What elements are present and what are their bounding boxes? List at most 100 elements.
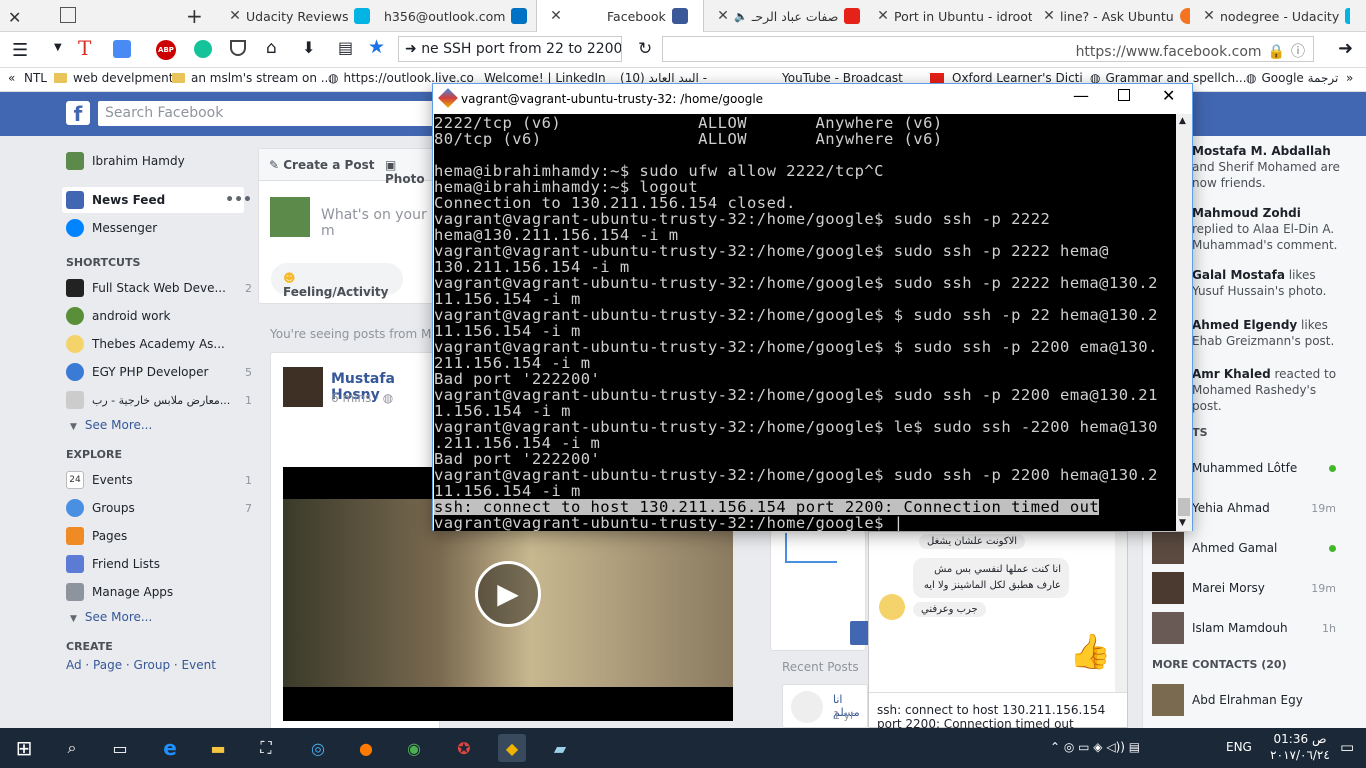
- scroll-up-icon[interactable]: ▲: [1179, 116, 1186, 126]
- tab-udacity-reviews[interactable]: ✕ Udacity Reviews: [216, 0, 376, 32]
- chat-scrollbar[interactable]: [1115, 532, 1127, 692]
- sidebar-item-friend-lists[interactable]: Friend Lists: [66, 553, 246, 575]
- shortcut-item[interactable]: android work: [66, 305, 246, 327]
- thumbs-up-icon[interactable]: 👍: [1069, 632, 1111, 672]
- clock[interactable]: 01:36 ص ٢٠١٧/٠٦/٢٤: [1270, 731, 1330, 763]
- tray-icons[interactable]: ⌃ ◎ ▭ ◈ ◁)) ▤: [1050, 740, 1140, 754]
- learn-more-button[interactable]: [850, 621, 870, 645]
- app-icon[interactable]: ✪: [450, 734, 478, 762]
- bookmark-stream[interactable]: an mslm's stream on ...: [172, 71, 332, 85]
- search-input[interactable]: ➜ ne SSH port from 22 to 2200: [398, 36, 622, 62]
- ticker-item[interactable]: Amr Khaled reacted to Mohamed Rashedy's …: [1192, 366, 1342, 414]
- translate-icon[interactable]: [113, 40, 131, 58]
- tab-outlook[interactable]: h356@outlook.com: [376, 0, 534, 32]
- bookmark-ntl[interactable]: NTL: [24, 71, 47, 85]
- file-explorer-icon[interactable]: ▬: [204, 734, 232, 762]
- edge-icon[interactable]: e: [156, 734, 184, 762]
- bookmark-webdev[interactable]: web develpment: [54, 71, 173, 85]
- gitbash-icon[interactable]: ◆: [498, 734, 526, 762]
- text-tool-icon[interactable]: T: [78, 36, 91, 60]
- language-indicator[interactable]: ENG: [1226, 740, 1252, 754]
- terminal-window[interactable]: vagrant@vagrant-ubuntu-trusty-32: /home/…: [432, 83, 1193, 531]
- terminal-prompt-line[interactable]: vagrant@vagrant-ubuntu-trusty-32:/home/g…: [434, 515, 1176, 531]
- app-icon[interactable]: ▰: [546, 734, 574, 762]
- pocket-icon[interactable]: [230, 40, 246, 56]
- ticker-item[interactable]: Ahmed Elgendy likes Ehab Greizmann's pos…: [1192, 317, 1342, 349]
- tab-close-icon[interactable]: ✕: [545, 8, 567, 24]
- tab-overview-icon[interactable]: [60, 7, 76, 23]
- feeling-button[interactable]: ☻ Feeling/Activity: [271, 263, 403, 299]
- facebook-search-input[interactable]: Search Facebook: [98, 101, 438, 126]
- chevron-down-icon[interactable]: ▼: [54, 42, 62, 53]
- new-tab-icon[interactable]: +: [186, 4, 203, 28]
- tab-askubuntu[interactable]: ✕ line? - Ask Ubuntu: [1030, 0, 1190, 32]
- sidebar-item-news-feed[interactable]: News Feed •••: [66, 189, 252, 211]
- ticker-item[interactable]: Galal Mostafa likes Yusuf Hussain's phot…: [1192, 267, 1342, 299]
- sidebar-item-events[interactable]: 24 Events 1: [66, 469, 252, 491]
- scroll-thumb[interactable]: [1178, 498, 1190, 516]
- tab-close-icon[interactable]: ✕: [224, 8, 246, 24]
- task-view-icon[interactable]: ▭: [106, 734, 134, 762]
- tab-youtube[interactable]: ✕ 🔈 صفات عباد الرحـ: [704, 0, 864, 32]
- grammarly-icon[interactable]: [194, 40, 212, 58]
- sidebar-item-manage-apps[interactable]: Manage Apps: [66, 581, 246, 603]
- tab-close-icon[interactable]: ✕: [1198, 8, 1220, 24]
- photo-tab[interactable]: ▣ Photo: [385, 158, 437, 186]
- download-icon[interactable]: ⬇: [302, 38, 315, 57]
- tab-facebook[interactable]: ✕ Facebook: [536, 0, 704, 32]
- tab-close-icon[interactable]: ✕: [872, 8, 894, 24]
- tab-idroot[interactable]: ✕ Port in Ubuntu - idroot: [864, 0, 1032, 32]
- app-icon[interactable]: ◎: [304, 734, 332, 762]
- notifications-icon[interactable]: ▭: [1340, 738, 1354, 756]
- chrome-icon[interactable]: ◉: [400, 734, 428, 762]
- star-icon[interactable]: ★: [368, 36, 385, 58]
- bookmarks-chevron-icon[interactable]: «: [8, 71, 15, 85]
- create-post-tab[interactable]: ✎ Create a Post: [269, 158, 374, 172]
- sidebar-item-pages[interactable]: Pages: [66, 525, 246, 547]
- reload-icon[interactable]: ↻: [638, 39, 652, 59]
- see-more-shortcuts[interactable]: ▼ See More...: [70, 418, 152, 432]
- firefox-icon[interactable]: ●: [352, 734, 380, 762]
- bookmark-translate[interactable]: ◍ Google ترجمة: [1246, 71, 1338, 85]
- contact-item[interactable]: Ahmed Gamal: [1152, 531, 1340, 565]
- profile-link[interactable]: Ibrahim Hamdy: [66, 150, 246, 172]
- shortcut-item[interactable]: Thebes Academy As...: [66, 333, 246, 355]
- create-links[interactable]: Ad · Page · Group · Event: [66, 658, 216, 672]
- ticker-item[interactable]: Mahmoud Zohdi replied to Alaa El-Din A. …: [1192, 205, 1342, 253]
- play-icon[interactable]: ▶: [475, 561, 541, 627]
- see-more-explore[interactable]: ▼ See More...: [70, 610, 152, 624]
- speaker-icon[interactable]: 🔈: [734, 10, 748, 23]
- search-icon[interactable]: ⌕: [58, 734, 86, 762]
- scroll-down-icon[interactable]: ▼: [1179, 518, 1186, 528]
- ticker-item[interactable]: Mostafa M. Abdallah and Sherif Mohamed a…: [1192, 143, 1342, 191]
- sidebar-item-groups[interactable]: Groups 7: [66, 497, 252, 519]
- maximize-icon[interactable]: [1118, 89, 1130, 101]
- terminal-titlebar[interactable]: vagrant@vagrant-ubuntu-trusty-32: /home/…: [433, 84, 1192, 113]
- terminal-output[interactable]: 2222/tcp (v6) ALLOW Anywhere (v6) 80/tcp …: [434, 114, 1176, 531]
- store-icon[interactable]: ⛶: [252, 734, 280, 762]
- contact-item[interactable]: Abd Elrahman Egy: [1152, 683, 1340, 717]
- shortcut-item[interactable]: Full Stack Web Deve... 2: [66, 277, 252, 299]
- adblock-icon[interactable]: ABP: [156, 40, 176, 60]
- close-icon[interactable]: ✕: [8, 8, 21, 27]
- whats-on-mind-input[interactable]: What's on your m: [321, 207, 437, 239]
- minimize-icon[interactable]: —: [1073, 86, 1089, 105]
- chat-input[interactable]: ssh: connect to host 130.211.156.154 por…: [869, 692, 1127, 728]
- contact-item[interactable]: Marei Morsy 19m: [1152, 571, 1340, 605]
- avatar[interactable]: [283, 367, 323, 407]
- reading-list-icon[interactable]: ▤: [338, 38, 353, 57]
- menu-icon[interactable]: ☰: [12, 40, 28, 61]
- home-icon[interactable]: ⌂: [266, 38, 277, 58]
- close-icon[interactable]: ✕: [1162, 86, 1175, 105]
- bookmarks-more-icon[interactable]: »: [1346, 71, 1353, 85]
- terminal-scrollbar[interactable]: ▲ ▼: [1176, 114, 1192, 531]
- facebook-logo[interactable]: f: [66, 101, 90, 126]
- windows-start-icon[interactable]: ⊞: [10, 734, 38, 762]
- tab-close-icon[interactable]: ✕: [1038, 8, 1060, 24]
- sidebar-item-messenger[interactable]: Messenger: [66, 217, 246, 239]
- contact-item[interactable]: Islam Mamdouh 1h: [1152, 611, 1340, 645]
- url-bar[interactable]: https://www.facebook.com 🔒 ⓘ: [662, 36, 1314, 62]
- tab-nanodegree[interactable]: ✕ nodegree - Udacity: [1190, 0, 1350, 32]
- recent-post-item[interactable]: انا مسلم 1 yr: [782, 684, 868, 728]
- shortcut-item[interactable]: EGY PHP Developer 5: [66, 361, 252, 383]
